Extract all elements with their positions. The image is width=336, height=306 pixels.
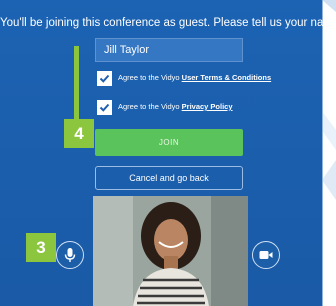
- camera-toggle-button[interactable]: [252, 241, 280, 269]
- participant-photo: [93, 196, 248, 306]
- terms-agreement-row: Agree to the Vidyo User Terms & Conditio…: [97, 71, 271, 86]
- microphone-toggle-button[interactable]: [56, 241, 84, 269]
- guest-prompt-text: You'll be joining this conference as gue…: [0, 17, 336, 29]
- privacy-label: Agree to the Vidyo Privacy Policy: [118, 102, 233, 111]
- video-camera-icon: [259, 251, 273, 259]
- privacy-agreement-row: Agree to the Vidyo Privacy Policy: [97, 100, 233, 115]
- callout-connector-line: [74, 46, 79, 126]
- camera-preview: [93, 196, 248, 306]
- callout-number-4: 4: [64, 119, 94, 148]
- join-button[interactable]: JOIN: [95, 129, 243, 156]
- privacy-label-prefix: Agree to the Vidyo: [118, 102, 182, 111]
- terms-label: Agree to the Vidyo User Terms & Conditio…: [118, 73, 271, 82]
- checkmark-icon: [99, 74, 110, 83]
- checkmark-icon: [99, 103, 110, 112]
- terms-checkbox[interactable]: [97, 71, 112, 86]
- cancel-button[interactable]: Cancel and go back: [95, 166, 243, 190]
- microphone-icon: [64, 248, 76, 262]
- terms-label-prefix: Agree to the Vidyo: [118, 73, 182, 82]
- privacy-policy-link[interactable]: Privacy Policy: [182, 102, 233, 111]
- name-input[interactable]: [95, 38, 243, 62]
- user-terms-link[interactable]: User Terms & Conditions: [182, 73, 271, 82]
- callout-number-3: 3: [26, 233, 56, 262]
- privacy-checkbox[interactable]: [97, 100, 112, 115]
